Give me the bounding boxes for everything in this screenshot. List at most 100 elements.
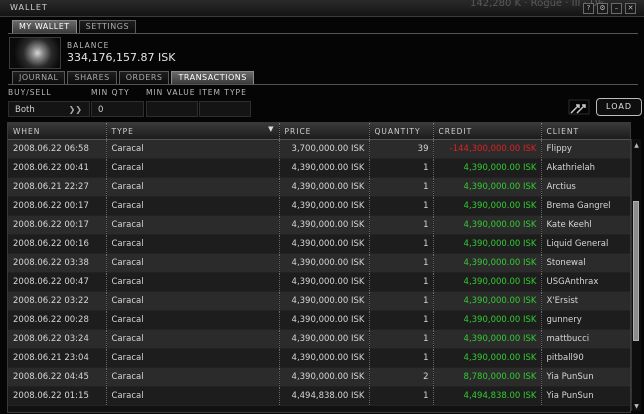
- table-row[interactable]: 2008.06.22 00:41 Caracal 4,390,000.00 ISK 1…: [8, 158, 630, 178]
- table-row[interactable]: 2008.06.21 23:04 Caracal 4,390,000.00 ISK 1…: [8, 348, 630, 368]
- cell-credit: 4,390,000.00 ISK: [433, 234, 542, 254]
- minimize-icon[interactable]: –: [611, 3, 622, 14]
- scroll-up-icon[interactable]: ▲: [632, 141, 641, 150]
- cell-type: Caracal: [106, 310, 280, 330]
- cell-client: Flippy: [541, 139, 630, 159]
- tab-settings[interactable]: SETTINGS: [78, 20, 137, 33]
- cell-credit: 4,390,000.00 ISK: [433, 196, 542, 216]
- cell-price: 3,700,000.00 ISK: [279, 139, 370, 159]
- cell-when: 2008.06.22 00:41: [8, 158, 107, 178]
- table-body: 2008.06.22 06:58 Caracal 3,700,000.00 ISK 3…: [8, 139, 630, 406]
- cell-price: 4,390,000.00 ISK: [279, 158, 370, 178]
- cell-credit: 4,494,838.00 ISK: [433, 386, 542, 406]
- cell-quantity: 1: [369, 348, 434, 368]
- table-row[interactable]: 2008.06.21 22:27 Caracal 4,390,000.00 ISK 1…: [8, 177, 630, 197]
- cell-price: 4,390,000.00 ISK: [279, 310, 370, 330]
- cell-type: Caracal: [106, 367, 280, 387]
- cell-price: 4,390,000.00 ISK: [279, 234, 370, 254]
- cell-when: 2008.06.21 22:27: [8, 177, 107, 197]
- table-row[interactable]: 2008.06.22 00:28 Caracal 4,390,000.00 ISK 1…: [8, 310, 630, 330]
- cell-quantity: 1: [369, 310, 434, 330]
- item-type-label: ITEM TYPE: [199, 88, 247, 97]
- tab-orders[interactable]: ORDERS: [118, 71, 170, 84]
- sub-tabs: JOURNAL SHARES ORDERS TRANSACTIONS: [12, 71, 256, 84]
- tab-my-wallet[interactable]: MY WALLET: [12, 20, 77, 33]
- tab-journal[interactable]: JOURNAL: [12, 71, 66, 84]
- column-header-price[interactable]: PRICE: [279, 123, 370, 140]
- cell-price: 4,390,000.00 ISK: [279, 196, 370, 216]
- double-arrow-icon[interactable]: [568, 98, 590, 116]
- table-row[interactable]: 2008.06.22 03:22 Caracal 4,390,000.00 ISK 1…: [8, 291, 630, 311]
- table-row[interactable]: 2008.06.22 03:24 Caracal 4,390,000.00 ISK 1…: [8, 329, 630, 349]
- item-type-input[interactable]: [199, 101, 251, 117]
- sort-down-icon: ▼: [268, 125, 275, 133]
- cell-quantity: 1: [369, 329, 434, 349]
- cell-quantity: 1: [369, 177, 434, 197]
- cell-type: Caracal: [106, 234, 280, 254]
- cell-client: USGAnthrax: [541, 272, 630, 292]
- cell-price: 4,390,000.00 ISK: [279, 253, 370, 273]
- cell-credit: 4,390,000.00 ISK: [433, 291, 542, 311]
- buy-sell-select[interactable]: Both ❯❯: [8, 101, 90, 117]
- cell-price: 4,390,000.00 ISK: [279, 177, 370, 197]
- cell-credit: 4,390,000.00 ISK: [433, 310, 542, 330]
- column-header-quantity[interactable]: QUANTITY: [369, 123, 434, 140]
- table-row[interactable]: 2008.06.22 00:16 Caracal 4,390,000.00 ISK 1…: [8, 234, 630, 254]
- column-header-type[interactable]: TYPE ▼: [106, 123, 280, 140]
- buy-sell-label: BUY/SELL: [8, 88, 52, 97]
- min-value-input[interactable]: [146, 101, 198, 117]
- cell-price: 4,390,000.00 ISK: [279, 329, 370, 349]
- table-row[interactable]: 2008.06.22 00:17 Caracal 4,390,000.00 ISK 1…: [8, 215, 630, 235]
- min-qty-value: 0: [98, 105, 104, 115]
- column-header-client[interactable]: CLIENT: [541, 123, 630, 140]
- cell-type: Caracal: [106, 253, 280, 273]
- column-header-credit[interactable]: CREDIT: [433, 123, 542, 140]
- tab-shares[interactable]: SHARES: [67, 71, 117, 84]
- scroll-down-icon[interactable]: ▼: [632, 402, 641, 411]
- cell-when: 2008.06.22 03:38: [8, 253, 107, 273]
- close-icon[interactable]: ✕: [625, 3, 636, 14]
- min-qty-input[interactable]: 0: [91, 101, 144, 117]
- tab-transactions[interactable]: TRANSACTIONS: [171, 71, 254, 84]
- cell-credit: -144,300,000.00 ISK: [433, 139, 542, 159]
- table-header-row: WHEN TYPE ▼ PRICE QUANTITY CREDIT CLIENT: [8, 123, 630, 140]
- load-button[interactable]: LOAD: [596, 98, 642, 116]
- cell-client: Stonewal: [541, 253, 630, 273]
- cell-credit: 4,390,000.00 ISK: [433, 158, 542, 178]
- table-row[interactable]: 2008.06.22 04:45 Caracal 4,390,000.00 ISK 2…: [8, 367, 630, 387]
- help-icon[interactable]: ?: [583, 3, 594, 14]
- cell-client: Arctius: [541, 177, 630, 197]
- cell-client: gunnery: [541, 310, 630, 330]
- cell-client: Akathrielah: [541, 158, 630, 178]
- cell-type: Caracal: [106, 329, 280, 349]
- cell-quantity: 1: [369, 215, 434, 235]
- min-qty-label: MIN QTY: [91, 88, 130, 97]
- table-row[interactable]: 2008.06.22 06:58 Caracal 3,700,000.00 ISK 3…: [8, 139, 630, 159]
- corp-logo: [9, 37, 61, 69]
- cell-price: 4,390,000.00 ISK: [279, 348, 370, 368]
- table-row[interactable]: 2008.06.22 00:17 Caracal 4,390,000.00 ISK 1…: [8, 196, 630, 216]
- column-header-when[interactable]: WHEN: [8, 123, 107, 140]
- table-row[interactable]: 2008.06.22 00:47 Caracal 4,390,000.00 ISK 1…: [8, 272, 630, 292]
- cell-when: 2008.06.22 03:24: [8, 329, 107, 349]
- cell-credit: 4,390,000.00 ISK: [433, 177, 542, 197]
- cell-quantity: 2: [369, 367, 434, 387]
- table-scrollbar[interactable]: ▲ ▼: [631, 139, 641, 411]
- sub-tabs-divider: [8, 84, 638, 85]
- cell-type: Caracal: [106, 386, 280, 406]
- cell-type: Caracal: [106, 196, 280, 216]
- min-value-label: MIN VALUE: [146, 88, 196, 97]
- window-titlebar[interactable]: WALLET 142,280 K · Rogue · III · DE ? ⚙ …: [0, 0, 644, 17]
- cell-type: Caracal: [106, 215, 280, 235]
- cell-when: 2008.06.22 00:47: [8, 272, 107, 292]
- gear-icon[interactable]: ⚙: [597, 3, 608, 14]
- cell-credit: 4,390,000.00 ISK: [433, 329, 542, 349]
- cell-when: 2008.06.22 06:58: [8, 139, 107, 159]
- cell-client: pitball90: [541, 348, 630, 368]
- scroll-thumb[interactable]: [633, 201, 639, 341]
- buy-sell-value: Both: [15, 105, 35, 115]
- table-row[interactable]: 2008.06.22 03:38 Caracal 4,390,000.00 ISK 1…: [8, 253, 630, 273]
- transactions-table: WHEN TYPE ▼ PRICE QUANTITY CREDIT CLIENT …: [7, 122, 631, 413]
- cell-credit: 4,390,000.00 ISK: [433, 215, 542, 235]
- table-row[interactable]: 2008.06.22 01:15 Caracal 4,494,838.00 ISK 1…: [8, 386, 630, 406]
